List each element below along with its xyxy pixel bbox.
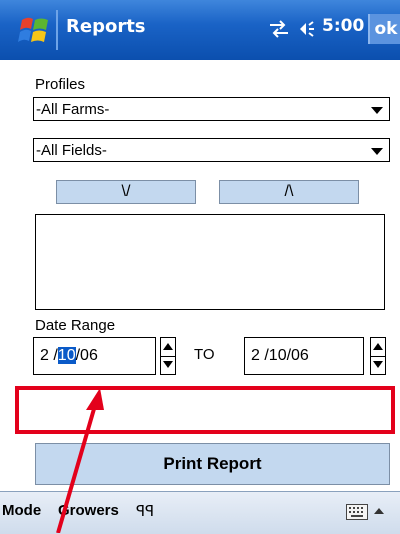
profiles-label: Profiles [35, 76, 86, 93]
connectivity-arrows-icon[interactable] [268, 18, 290, 40]
spin-down-icon[interactable] [371, 356, 385, 374]
mode-menu[interactable]: Mode [2, 502, 41, 519]
end-date-field[interactable]: 2 /10/06 [244, 337, 364, 375]
fields-select-value: -All Fields- [36, 142, 107, 159]
title-bar: Reports 5:00 ok [0, 0, 400, 60]
tool-icon[interactable]: ꟼꟼ [136, 502, 154, 520]
date-range-label: Date Range [35, 317, 116, 334]
farms-select-value: -All Farms- [36, 101, 110, 118]
print-report-button[interactable]: Print Report [35, 443, 390, 485]
start-date-prefix: 2 / [40, 347, 58, 364]
windows-flag-icon[interactable] [16, 14, 52, 48]
end-date-spinner[interactable] [370, 337, 386, 375]
speaker-volume-icon[interactable] [296, 18, 318, 40]
start-date-spinner[interactable] [160, 337, 176, 375]
spin-up-icon[interactable] [371, 338, 385, 357]
spin-down-icon[interactable] [161, 356, 175, 374]
menu-bar: Mode Growers ꟼꟼ [0, 491, 400, 534]
clock[interactable]: 5:00 [322, 16, 364, 36]
app-title: Reports [66, 16, 146, 37]
growers-menu[interactable]: Growers [58, 502, 119, 519]
keyboard-icon[interactable] [346, 504, 368, 520]
farms-select[interactable]: -All Farms- [33, 97, 390, 121]
start-date-selected-part[interactable]: 10 [57, 347, 76, 364]
chevron-down-icon[interactable] [371, 107, 383, 114]
highlight-box [15, 386, 395, 434]
start-date-suffix: /06 [75, 347, 98, 364]
fields-select[interactable]: -All Fields- [33, 138, 390, 162]
move-down-button[interactable]: \/ [56, 180, 196, 204]
chevron-down-icon[interactable] [371, 148, 383, 155]
title-divider [56, 10, 58, 50]
selected-items-list[interactable] [35, 214, 385, 310]
start-date-field[interactable]: 2 /10/06 [33, 337, 156, 375]
ok-button[interactable]: ok [368, 14, 400, 44]
to-label: TO [194, 346, 215, 363]
move-up-button[interactable]: /\ [219, 180, 359, 204]
spin-up-icon[interactable] [161, 338, 175, 357]
chevron-up-icon[interactable] [374, 508, 384, 514]
